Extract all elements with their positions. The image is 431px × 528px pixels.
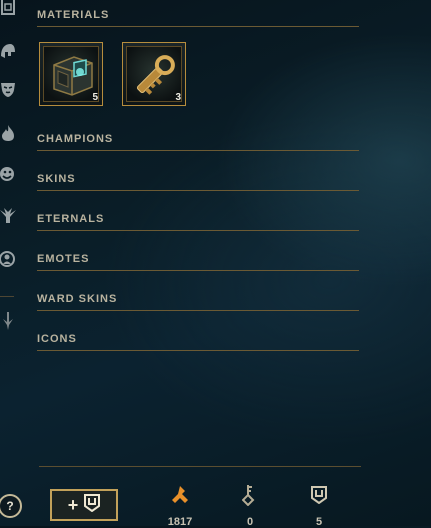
section-materials[interactable]: MATERIALS [37, 8, 359, 27]
section-divider [37, 270, 359, 271]
key-fragment-value: 0 [246, 516, 254, 528]
hextech-key-icon [126, 46, 182, 102]
rail-divider [0, 296, 14, 297]
section-divider [37, 310, 359, 311]
section-eternals-label: ETERNALS [37, 213, 105, 225]
material-tile-chest[interactable]: 5 [39, 42, 103, 106]
orange-essence-value: 1817 [167, 516, 193, 528]
footer-divider [39, 466, 361, 467]
plus-icon: + [67, 495, 79, 515]
material-tile-key[interactable]: 3 [122, 42, 186, 106]
profile-icon[interactable] [0, 250, 16, 268]
material-count: 5 [92, 92, 98, 103]
section-icons[interactable]: ICONS [37, 332, 359, 351]
currency-orange-essence: 1817 [160, 484, 200, 528]
section-eternals[interactable]: ETERNALS [37, 212, 359, 231]
chest-count-icon [299, 484, 339, 506]
section-ward-skins[interactable]: WARD SKINS [37, 292, 359, 311]
section-emotes[interactable]: EMOTES [37, 252, 359, 271]
material-count: 3 [175, 92, 181, 103]
category-rail [0, 0, 18, 526]
section-skins-label: SKINS [37, 173, 76, 185]
section-icons-label: ICONS [37, 333, 77, 345]
buy-chest-button[interactable]: + [50, 489, 118, 521]
key-fragment-icon [230, 484, 270, 506]
section-ward-skins-label: WARD SKINS [37, 293, 118, 305]
section-divider [37, 230, 359, 231]
hextech-chest-icon [43, 46, 99, 102]
currency-chests: 5 [299, 484, 339, 528]
chest-icon[interactable] [0, 0, 16, 18]
section-emotes-label: EMOTES [37, 253, 90, 265]
section-divider [37, 150, 359, 151]
emote-face-icon[interactable] [0, 165, 16, 183]
section-divider [37, 26, 359, 27]
section-divider [37, 350, 359, 351]
help-button[interactable]: ? [0, 494, 22, 518]
ward-icon[interactable] [0, 206, 16, 224]
section-skins[interactable]: SKINS [37, 172, 359, 191]
section-materials-label: MATERIALS [37, 9, 110, 21]
orange-essence-icon [160, 484, 200, 506]
section-divider [37, 190, 359, 191]
sword-icon[interactable] [0, 312, 16, 330]
helmet-icon[interactable] [0, 42, 16, 60]
section-champions-label: CHAMPIONS [37, 133, 114, 145]
currency-key-fragment: 0 [230, 484, 270, 528]
flame-icon[interactable] [0, 124, 16, 142]
chest-count-value: 5 [315, 516, 323, 528]
section-champions[interactable]: CHAMPIONS [37, 132, 359, 151]
chest-icon [84, 493, 101, 517]
mask-icon[interactable] [0, 80, 16, 98]
